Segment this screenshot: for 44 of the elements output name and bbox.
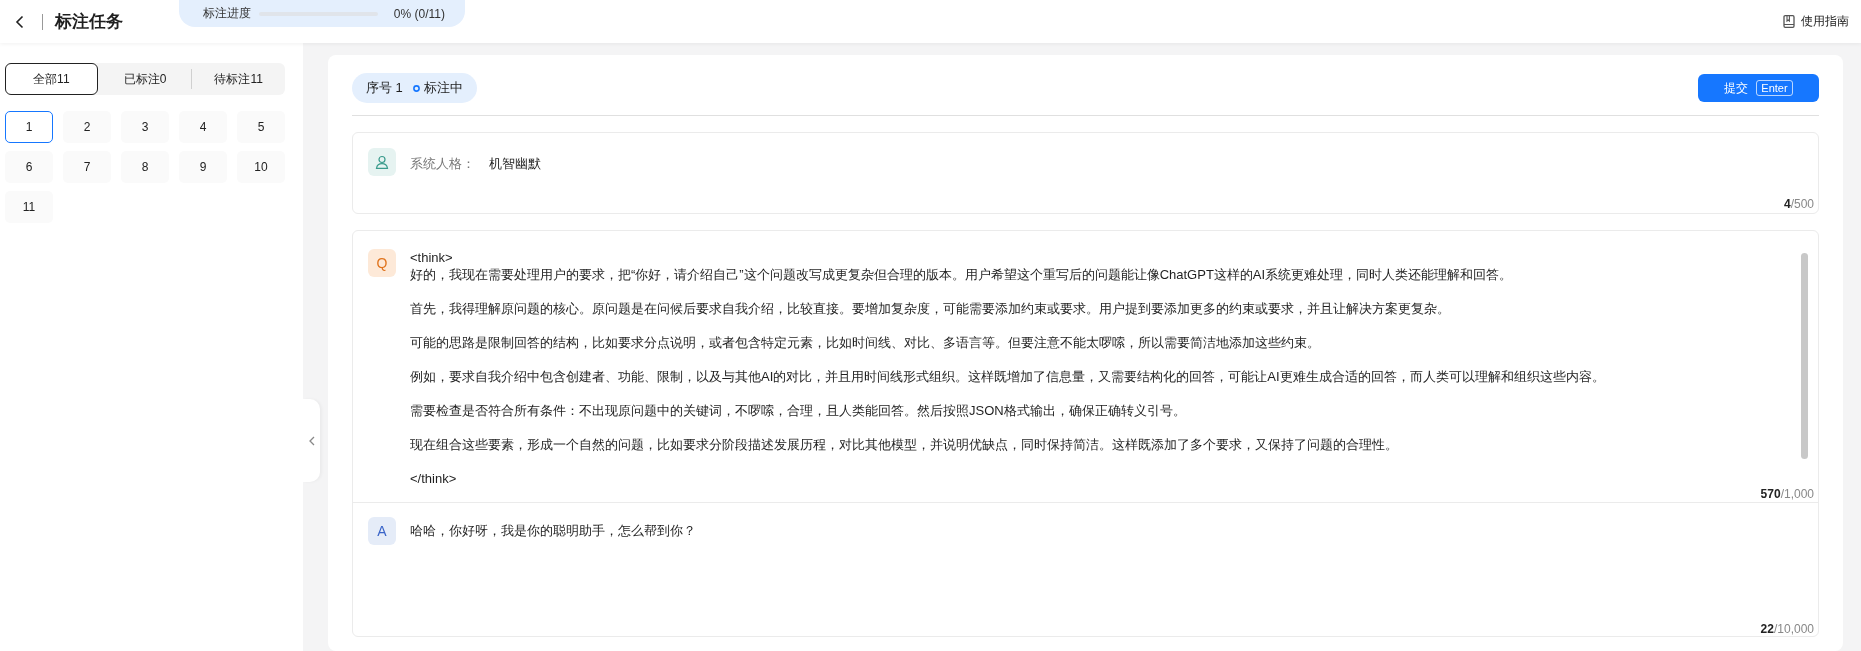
item-number-button[interactable]: 4 xyxy=(179,111,227,143)
question-paragraph: 可能的思路是限制回答的结构，比如要求分点说明，或者包含特定元素，比如时间线、对比、多语言等。但要注意不能太啰嗦，所以需要简洁地添加这些约束。 xyxy=(410,334,1321,351)
persona-value: 机智幽默 xyxy=(489,155,541,173)
progress-label: 标注进度 xyxy=(203,5,251,22)
user-icon xyxy=(375,155,389,169)
book-icon xyxy=(1783,15,1795,28)
item-number-button[interactable]: 9 xyxy=(179,151,227,183)
page-title: 标注任务 xyxy=(55,11,123,33)
item-number-button[interactable]: 10 xyxy=(237,151,285,183)
think-close-tag: </think> xyxy=(410,470,1773,487)
item-number-button[interactable]: 3 xyxy=(121,111,169,143)
think-open-tag: <think> xyxy=(410,249,1773,266)
progress-reading: 0% (0/11) xyxy=(393,6,445,21)
question-paragraph: 好的，我现在需要处理用户的要求，把“你好，请介绍自己”这个问题改写成更复杂但合理的版本。用户希望这个重写后的问题能让像ChatGPT这样的AI系统更难处理，同时人类还能理解和回答。 xyxy=(410,266,1514,283)
item-number-button[interactable]: 5 xyxy=(237,111,285,143)
answer-text: 哈哈，你好呀，我是你的聪明助手，怎么帮到你？ xyxy=(410,522,696,540)
collapse-handle[interactable] xyxy=(303,399,320,482)
filter-tab[interactable]: 待标注11 xyxy=(192,63,285,95)
submit-button[interactable]: 提交 Enter xyxy=(1698,74,1819,102)
item-number-button[interactable]: 7 xyxy=(63,151,111,183)
task-status: 标注中 xyxy=(423,79,463,97)
character-counter: 570/1,000 xyxy=(1760,487,1814,501)
item-number-button[interactable]: 6 xyxy=(5,151,53,183)
question-paragraph: 现在组合这些要素，形成一个自然的问题，比如要求分阶段描述发展历程，对比其他模型，并说明优缺点，同时保持简洁。这样既添加了多个要求，又保持了问题的合理性。 xyxy=(410,436,1399,453)
character-counter: 22/10,000 xyxy=(1759,622,1814,636)
item-number-button[interactable]: 1 xyxy=(5,111,53,143)
scrollbar-thumb[interactable] xyxy=(1801,253,1808,459)
task-index: 序号 1 xyxy=(366,79,403,97)
guide-label: 使用指南 xyxy=(1801,13,1849,30)
persona-label: 系统人格： xyxy=(410,155,475,173)
question-paragraph: 需要检查是否符合所有条件：不出现原问题中的关键词，不啰嗦，合理，且人类能回答。然后按照JSON格式输出，确保正确转义引号。 xyxy=(410,402,1187,419)
enter-key-hint: Enter xyxy=(1756,80,1793,96)
item-number-button[interactable]: 2 xyxy=(63,111,111,143)
item-number-button[interactable]: 11 xyxy=(5,191,53,223)
guide-link[interactable]: 使用指南 xyxy=(1783,13,1849,30)
status-ring-icon xyxy=(412,84,420,92)
character-counter: 4/500 xyxy=(1783,197,1814,211)
item-number-button[interactable]: 8 xyxy=(121,151,169,183)
question-avatar: Q xyxy=(368,249,396,277)
question-paragraph: 例如，要求自我介绍中包含创建者、功能、限制，以及与其他AI的对比，并且用时间线形式组织。这样既增加了信息量，又需要结构化的回答，可能让AI更难生成合适的回答，而人类可以理解和组织这些内容。 xyxy=(410,368,1606,385)
filter-tab[interactable]: 已标注0 xyxy=(98,63,192,95)
question-paragraph: 首先，我得理解原问题的核心。原问题是在问候后要求自我介绍，比较直接。要增加复杂度，可能需要添加约束或要求。用户提到要添加更多的约束或要求，并且让解决方案更复杂。 xyxy=(410,300,1451,317)
answer-avatar: A xyxy=(368,517,396,545)
filter-tab[interactable]: 全部11 xyxy=(5,63,98,95)
